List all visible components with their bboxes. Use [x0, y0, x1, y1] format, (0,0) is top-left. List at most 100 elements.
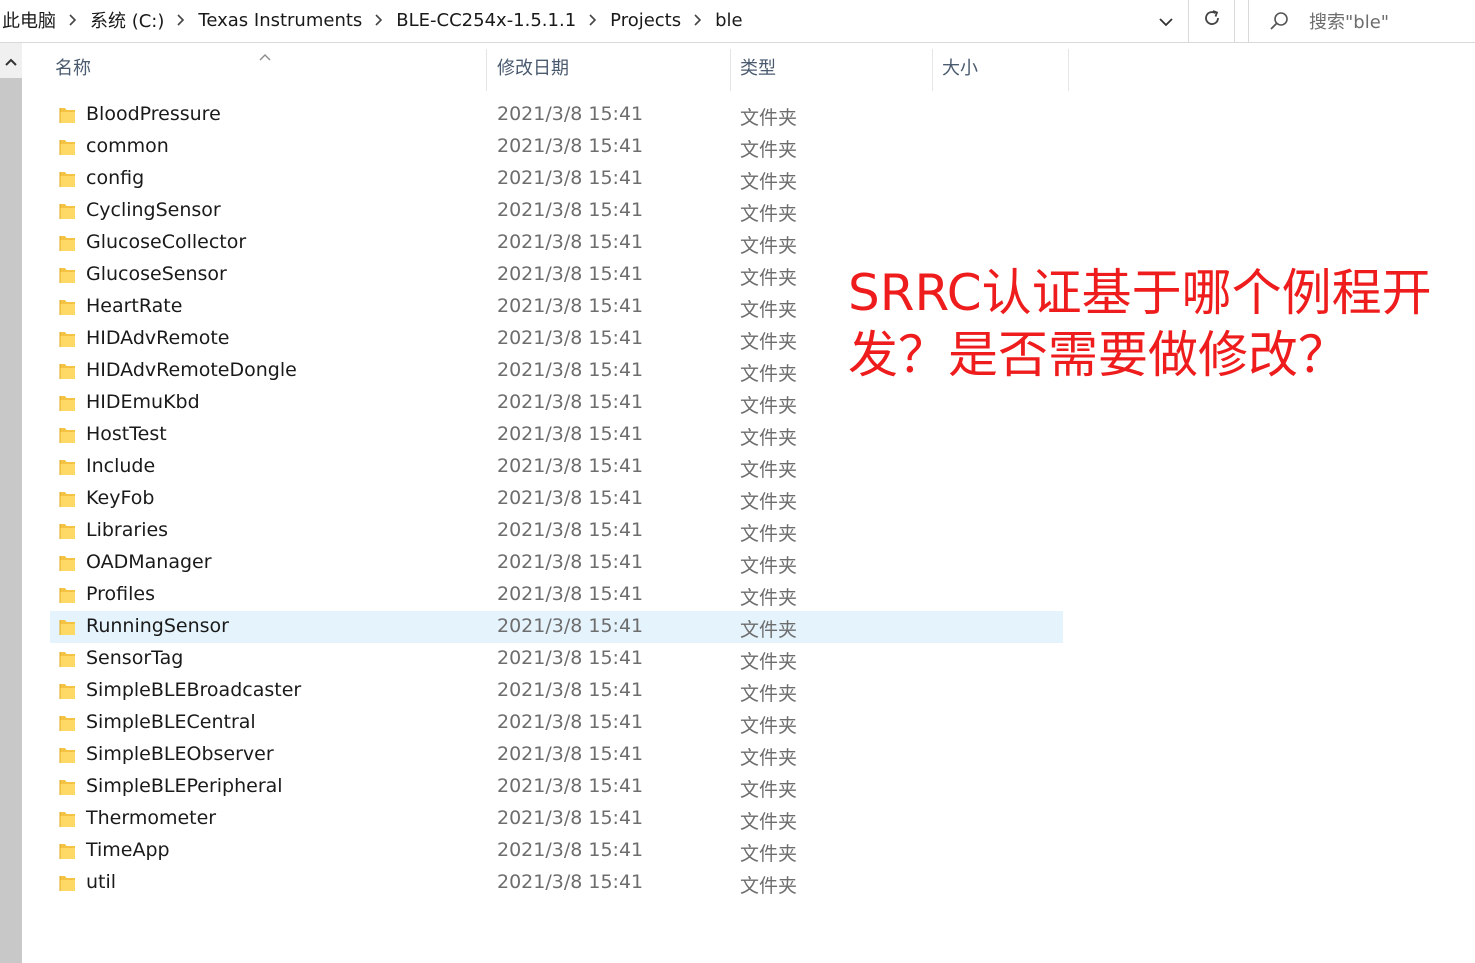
- file-name: config: [86, 167, 145, 189]
- file-type: 文件夹: [740, 843, 798, 865]
- file-date: 2021/3/8 15:41: [497, 359, 644, 381]
- file-date: 2021/3/8 15:41: [497, 775, 644, 797]
- file-name: HeartRate: [86, 295, 183, 317]
- breadcrumb-item-system-c[interactable]: 系统 (C:): [88, 7, 166, 33]
- chevron-down-icon: [1159, 12, 1173, 31]
- folder-icon: [59, 202, 76, 220]
- file-type: 文件夹: [740, 427, 798, 449]
- file-date: 2021/3/8 15:41: [497, 551, 644, 573]
- annotation-line-2: 发？是否需要做修改？: [848, 326, 1348, 384]
- file-type: 文件夹: [740, 715, 798, 737]
- breadcrumb: 此电脑 系统 (C:) Texas Instruments BLE-CC254x…: [0, 0, 745, 40]
- file-list: BloodPressure 2021/3/8 15:41 文件夹 common 2021…: [50, 99, 1063, 899]
- file-name: Profiles: [86, 583, 155, 605]
- file-type: 文件夹: [740, 267, 798, 289]
- scroll-up-button[interactable]: [0, 43, 22, 78]
- file-date: 2021/3/8 15:41: [497, 647, 644, 669]
- navigation-pane-scrollbar[interactable]: [0, 43, 22, 963]
- file-type: 文件夹: [740, 587, 798, 609]
- file-name: BloodPressure: [86, 103, 221, 125]
- address-dropdown-button[interactable]: [1145, 0, 1187, 42]
- file-name: HostTest: [86, 423, 167, 445]
- file-date: 2021/3/8 15:41: [497, 295, 644, 317]
- file-row[interactable]: config 2021/3/8 15:41 文件夹: [50, 163, 1063, 195]
- chevron-right-icon[interactable]: [58, 14, 88, 26]
- file-date: 2021/3/8 15:41: [497, 135, 644, 157]
- column-header-name[interactable]: 名称: [55, 43, 91, 90]
- folder-icon: [59, 138, 76, 156]
- file-type: 文件夹: [740, 619, 798, 641]
- file-row[interactable]: HostTest 2021/3/8 15:41 文件夹: [50, 419, 1063, 451]
- file-row[interactable]: RunningSensor 2021/3/8 15:41 文件夹: [50, 611, 1063, 643]
- breadcrumb-item-this-pc[interactable]: 此电脑: [0, 7, 58, 33]
- file-row[interactable]: common 2021/3/8 15:41 文件夹: [50, 131, 1063, 163]
- file-row[interactable]: SimpleBLECentral 2021/3/8 15:41 文件夹: [50, 707, 1063, 739]
- search-box[interactable]: 搜索"ble": [1248, 0, 1475, 42]
- file-row[interactable]: SimpleBLEBroadcaster 2021/3/8 15:41 文件夹: [50, 675, 1063, 707]
- file-row[interactable]: Libraries 2021/3/8 15:41 文件夹: [50, 515, 1063, 547]
- file-row[interactable]: BloodPressure 2021/3/8 15:41 文件夹: [50, 99, 1063, 131]
- column-header-date[interactable]: 修改日期: [497, 43, 569, 90]
- file-row[interactable]: CyclingSensor 2021/3/8 15:41 文件夹: [50, 195, 1063, 227]
- file-date: 2021/3/8 15:41: [497, 103, 644, 125]
- file-row[interactable]: Profiles 2021/3/8 15:41 文件夹: [50, 579, 1063, 611]
- file-row[interactable]: Include 2021/3/8 15:41 文件夹: [50, 451, 1063, 483]
- folder-icon: [59, 522, 76, 540]
- file-row[interactable]: SimpleBLEPeripheral 2021/3/8 15:41 文件夹: [50, 771, 1063, 803]
- file-type: 文件夹: [740, 235, 798, 257]
- file-type: 文件夹: [740, 107, 798, 129]
- file-type: 文件夹: [740, 747, 798, 769]
- folder-icon: [59, 458, 76, 476]
- file-name: KeyFob: [86, 487, 155, 509]
- chevron-right-icon[interactable]: [364, 14, 394, 26]
- annotation-text: SRRC认证基于哪个例程开 发？是否需要做修改？: [848, 262, 1448, 386]
- column-divider[interactable]: [932, 49, 933, 91]
- file-row[interactable]: KeyFob 2021/3/8 15:41 文件夹: [50, 483, 1063, 515]
- file-date: 2021/3/8 15:41: [497, 807, 644, 829]
- breadcrumb-item-texas-instruments[interactable]: Texas Instruments: [196, 10, 364, 31]
- chevron-right-icon[interactable]: [166, 14, 196, 26]
- folder-icon: [59, 266, 76, 284]
- annotation-line-1: SRRC认证基于哪个例程开: [848, 264, 1432, 322]
- column-divider[interactable]: [1068, 49, 1069, 91]
- folder-icon: [59, 810, 76, 828]
- file-row[interactable]: GlucoseCollector 2021/3/8 15:41 文件夹: [50, 227, 1063, 259]
- file-type: 文件夹: [740, 683, 798, 705]
- file-date: 2021/3/8 15:41: [497, 711, 644, 733]
- breadcrumb-item-projects[interactable]: Projects: [608, 10, 683, 31]
- file-row[interactable]: SensorTag 2021/3/8 15:41 文件夹: [50, 643, 1063, 675]
- file-row[interactable]: util 2021/3/8 15:41 文件夹: [50, 867, 1063, 899]
- file-row[interactable]: HIDEmuKbd 2021/3/8 15:41 文件夹: [50, 387, 1063, 419]
- column-divider[interactable]: [486, 49, 487, 91]
- file-type: 文件夹: [740, 331, 798, 353]
- folder-icon: [59, 842, 76, 860]
- file-name: SimpleBLEBroadcaster: [86, 679, 302, 701]
- sort-ascending-icon: [258, 47, 272, 61]
- search-input[interactable]: 搜索"ble": [1309, 8, 1389, 34]
- column-header-size[interactable]: 大小: [942, 43, 978, 90]
- file-type: 文件夹: [740, 299, 798, 321]
- refresh-button[interactable]: [1188, 0, 1235, 42]
- file-type: 文件夹: [740, 363, 798, 385]
- file-row[interactable]: OADManager 2021/3/8 15:41 文件夹: [50, 547, 1063, 579]
- file-date: 2021/3/8 15:41: [497, 679, 644, 701]
- chevron-up-icon: [5, 51, 17, 70]
- column-divider[interactable]: [730, 49, 731, 91]
- chevron-right-icon[interactable]: [683, 14, 713, 26]
- file-name: Libraries: [86, 519, 169, 541]
- file-name: HIDAdvRemoteDongle: [86, 359, 297, 381]
- breadcrumb-item-ble-cc254x[interactable]: BLE-CC254x-1.5.1.1: [394, 10, 578, 31]
- file-type: 文件夹: [740, 139, 798, 161]
- file-name: TimeApp: [86, 839, 170, 861]
- file-date: 2021/3/8 15:41: [497, 871, 644, 893]
- column-header-type[interactable]: 类型: [740, 43, 776, 90]
- file-row[interactable]: Thermometer 2021/3/8 15:41 文件夹: [50, 803, 1063, 835]
- folder-icon: [59, 170, 76, 188]
- chevron-right-icon[interactable]: [578, 14, 608, 26]
- breadcrumb-item-ble[interactable]: ble: [713, 10, 745, 31]
- file-name: Include: [86, 455, 156, 477]
- search-icon: [1269, 11, 1289, 31]
- file-row[interactable]: TimeApp 2021/3/8 15:41 文件夹: [50, 835, 1063, 867]
- folder-icon: [59, 618, 76, 636]
- file-row[interactable]: SimpleBLEObserver 2021/3/8 15:41 文件夹: [50, 739, 1063, 771]
